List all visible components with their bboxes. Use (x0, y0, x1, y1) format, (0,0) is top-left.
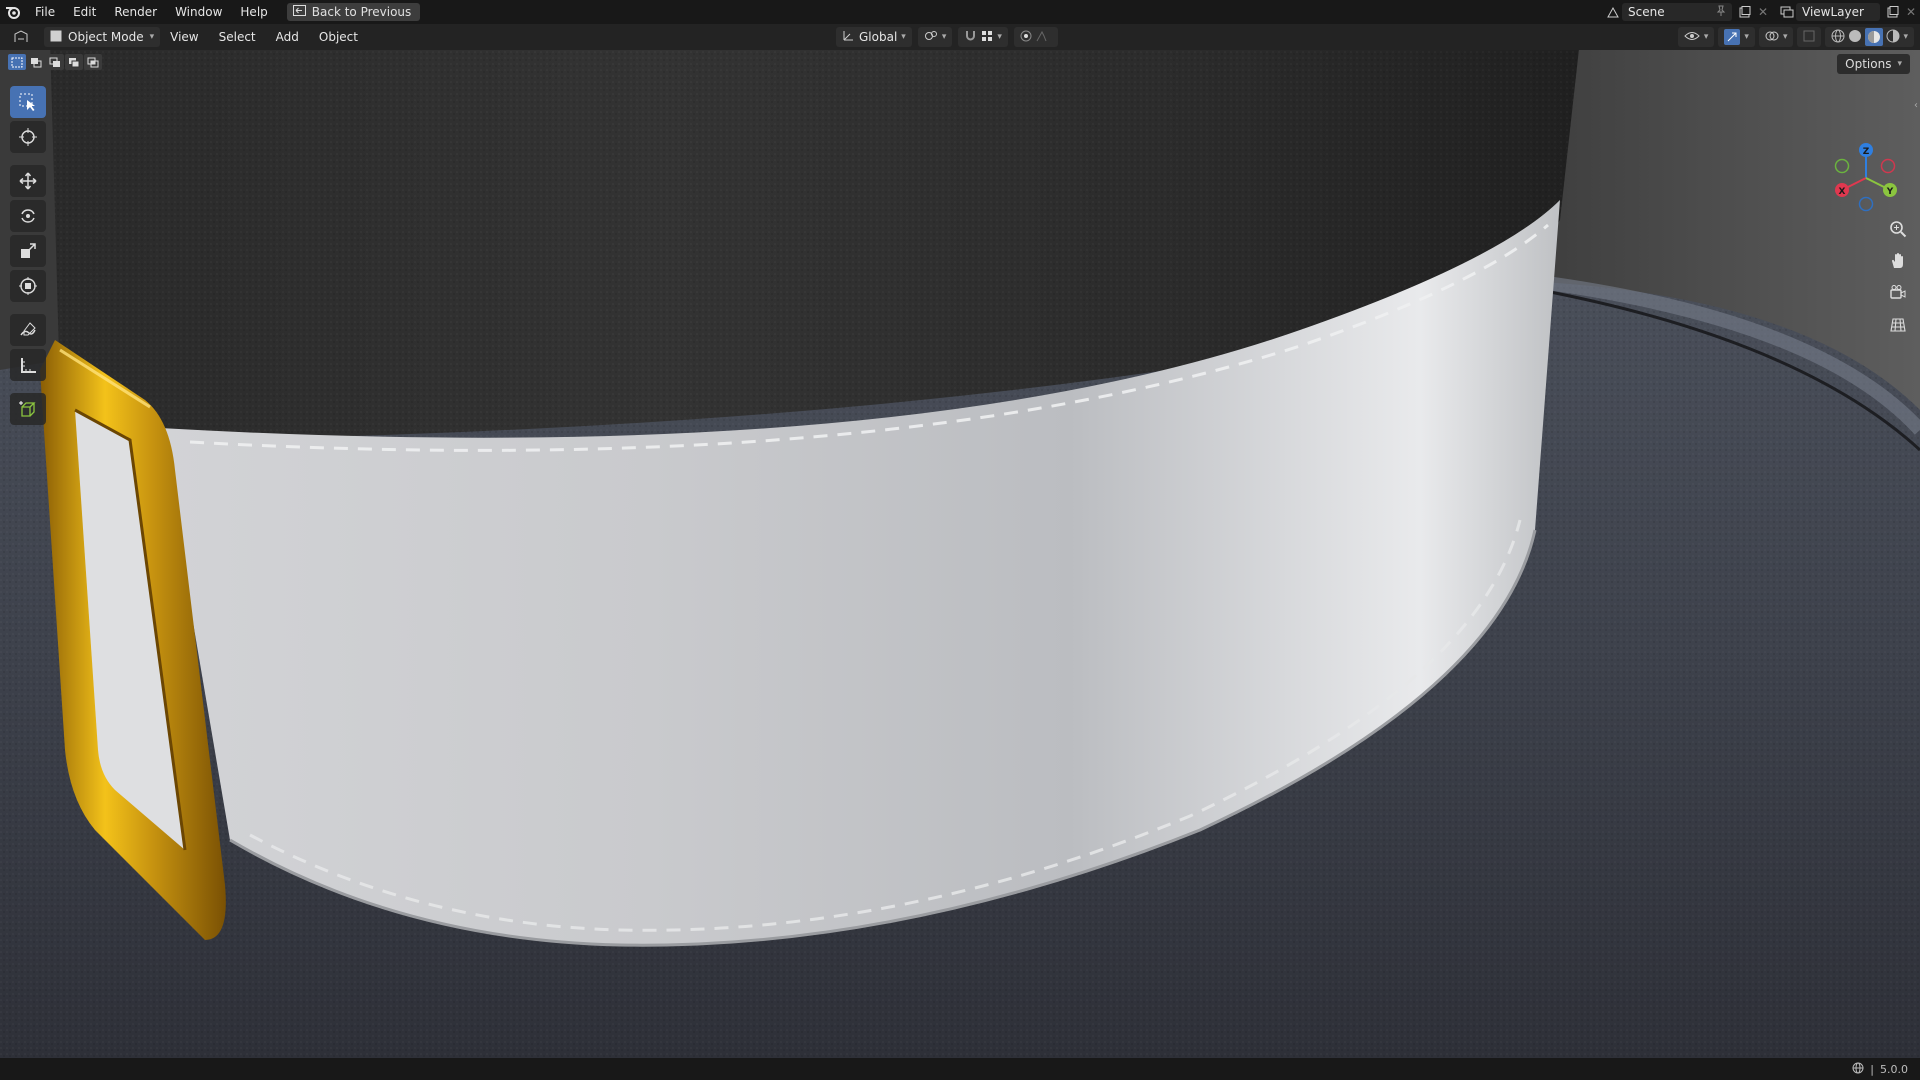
transform-orientation-label: Global (859, 30, 898, 44)
object-mode-label: Object Mode (68, 30, 144, 44)
viewlayer-name: ViewLayer (1802, 5, 1864, 19)
options-label: Options (1845, 57, 1892, 71)
header-menu-object[interactable]: Object (309, 30, 368, 44)
navigation-gizmo[interactable]: Z X Y (1830, 138, 1902, 214)
chevron-down-icon: ▾ (149, 32, 155, 42)
eye-icon (1684, 30, 1700, 45)
chevron-down-icon: ▾ (1744, 32, 1749, 42)
3d-viewport[interactable]: Z X Y Options ▾ ‹ (0, 50, 1920, 1058)
viewlayer-field[interactable]: ViewLayer (1796, 3, 1880, 21)
gizmo-z-label: Z (1863, 147, 1870, 157)
proportional-editing-icon (1020, 30, 1032, 45)
menu-file[interactable]: File (26, 0, 64, 24)
pin-icon[interactable] (1716, 5, 1726, 20)
menu-help[interactable]: Help (231, 0, 276, 24)
select-extend-icon[interactable] (27, 54, 45, 70)
back-to-previous-label: Back to Previous (311, 5, 412, 19)
scale-tool-icon[interactable] (10, 235, 46, 267)
move-tool-icon[interactable] (10, 165, 46, 197)
menu-window[interactable]: Window (166, 0, 231, 24)
chevron-down-icon: ▾ (1903, 32, 1908, 42)
gizmo-icon (1724, 29, 1741, 45)
transform-orientation-dropdown[interactable]: Global ▾ (836, 27, 912, 47)
menu-edit[interactable]: Edit (64, 0, 105, 24)
scene-selector-icon[interactable] (1604, 3, 1622, 21)
back-to-previous-button[interactable]: Back to Previous (286, 3, 421, 21)
new-scene-icon[interactable] (1736, 3, 1754, 21)
transform-tool-icon[interactable] (10, 270, 46, 302)
pan-hand-icon[interactable] (1884, 248, 1912, 274)
object-mode-icon (50, 30, 62, 45)
perspective-toggle-icon[interactable] (1884, 312, 1912, 338)
screen-back-icon (292, 5, 306, 19)
proportional-editing-toggle[interactable] (1013, 27, 1058, 47)
pivot-point-dropdown[interactable]: ▾ (917, 27, 953, 47)
new-viewlayer-icon[interactable] (1884, 3, 1902, 21)
select-subtract-icon[interactable] (46, 54, 64, 70)
viewport-navigation-tools (1884, 216, 1912, 338)
select-new-icon[interactable] (8, 54, 26, 70)
wireframe-shading-icon[interactable] (1831, 29, 1845, 46)
chevron-down-icon: ▾ (997, 32, 1002, 42)
scene-render (0, 50, 1920, 1058)
gizmo-x-label: X (1839, 187, 1846, 197)
camera-view-icon[interactable] (1884, 280, 1912, 306)
status-bar: | 5.0.0 (0, 1058, 1920, 1080)
remove-scene-icon[interactable]: ✕ (1754, 3, 1772, 21)
object-visibility-dropdown[interactable]: ▾ (1677, 27, 1715, 47)
object-mode-dropdown[interactable]: Object Mode ▾ (44, 27, 161, 47)
chevron-down-icon: ▾ (941, 32, 947, 42)
globe-icon (1852, 1062, 1864, 1077)
xray-toggle[interactable] (1797, 27, 1822, 47)
magnet-icon (964, 29, 977, 45)
zoom-icon[interactable] (1884, 216, 1912, 242)
header-menu-view[interactable]: View (160, 30, 208, 44)
editor-type-icon[interactable] (12, 28, 30, 46)
shading-mode-group[interactable]: ▾ (1825, 27, 1914, 47)
annotate-tool-icon[interactable] (10, 314, 46, 346)
sidebar-toggle-icon[interactable]: ‹ (1914, 100, 1918, 111)
select-invert-icon[interactable] (65, 54, 83, 70)
select-box-tool-icon[interactable] (10, 86, 46, 118)
header-menu-add[interactable]: Add (266, 30, 309, 44)
measure-tool-icon[interactable] (10, 349, 46, 381)
scene-name: Scene (1628, 5, 1665, 19)
overlays-toggle[interactable]: ▾ (1758, 27, 1794, 47)
cursor-tool-icon[interactable] (10, 121, 46, 153)
select-intersect-icon[interactable] (84, 54, 102, 70)
blender-logo-icon[interactable] (0, 0, 26, 24)
menu-render[interactable]: Render (105, 0, 166, 24)
snap-grid-icon[interactable] (981, 30, 993, 45)
options-dropdown[interactable]: Options ▾ (1837, 54, 1910, 74)
gizmo-toggle[interactable]: ▾ (1718, 27, 1755, 47)
falloff-icon[interactable] (1036, 30, 1052, 45)
viewlayer-selector-icon[interactable] (1778, 3, 1796, 21)
rotate-tool-icon[interactable] (10, 200, 46, 232)
status-divider: | (1870, 1062, 1874, 1076)
xray-icon (1803, 30, 1815, 45)
overlays-icon (1765, 29, 1779, 46)
left-toolbar (10, 86, 46, 425)
orientation-axes-icon (842, 29, 855, 45)
gizmo-y-label: Y (1886, 187, 1894, 197)
top-menu-bar: File Edit Render Window Help Back to Pre… (0, 0, 1920, 24)
header-menu-select[interactable]: Select (209, 30, 266, 44)
version-label: 5.0.0 (1880, 1062, 1908, 1076)
chevron-down-icon: ▾ (901, 32, 906, 42)
add-cube-tool-icon[interactable] (10, 393, 46, 425)
selection-mode-group (8, 54, 102, 70)
scene-field[interactable]: Scene (1622, 3, 1732, 21)
chevron-down-icon: ▾ (1782, 32, 1788, 42)
solid-shading-icon[interactable] (1848, 29, 1862, 46)
snap-toggle[interactable]: ▾ (958, 27, 1008, 47)
material-preview-shading-icon[interactable] (1865, 28, 1884, 46)
pivot-icon (924, 29, 938, 45)
remove-viewlayer-icon[interactable]: ✕ (1902, 3, 1920, 21)
viewport-header: Object Mode ▾ View Select Add Object Glo… (0, 24, 1920, 50)
rendered-shading-icon[interactable] (1886, 29, 1900, 46)
chevron-down-icon: ▾ (1703, 32, 1709, 42)
chevron-down-icon: ▾ (1897, 59, 1902, 69)
